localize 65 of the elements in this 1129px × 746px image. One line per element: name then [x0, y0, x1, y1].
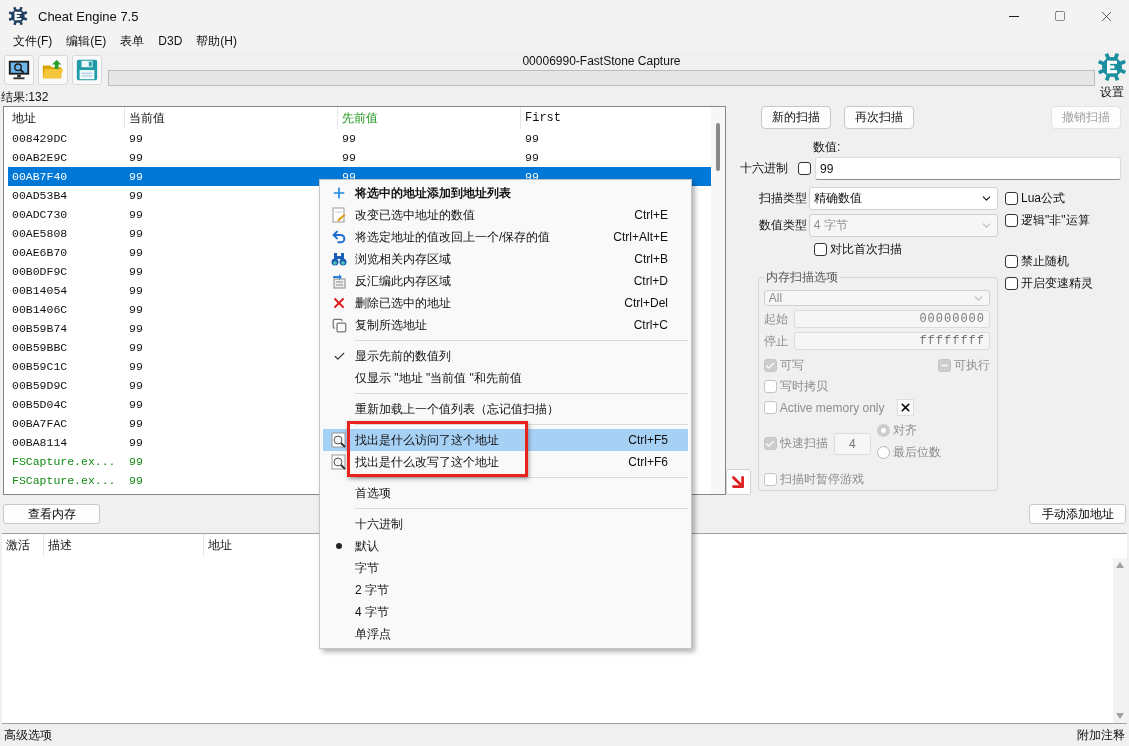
checkbox-label: 可执行: [954, 357, 990, 374]
table-cell-text: 00B59BBC: [11, 341, 69, 354]
table-cell-text: 00B14054: [11, 284, 69, 297]
table-cell-text: 00B59B74: [11, 322, 69, 335]
table-cell-text: 99: [128, 474, 144, 487]
table-cell-text: 99: [128, 284, 144, 297]
table-cell-text: 00AB2E9C: [11, 151, 69, 164]
start-label: 起始: [763, 310, 788, 328]
table-cell-text: 00AE6B70: [11, 246, 69, 259]
table-cell-text: FSCapture.ex...: [11, 474, 117, 487]
table-cell-text: 99: [524, 132, 540, 145]
checkbox-label: 扫描时暂停游戏: [779, 471, 864, 488]
table-cell-text: 99: [128, 417, 144, 430]
table-cell-text: 99: [128, 379, 144, 392]
table-cell-text: 99: [128, 189, 144, 202]
table-cell-text: 00B59D9C: [11, 379, 69, 392]
checkbox-label: 对比首次扫描: [830, 241, 902, 258]
process-name: 00006990-FastStone Capture: [522, 53, 681, 68]
checkbox-label: 禁止随机: [1021, 253, 1069, 270]
table-cell-text: 00B1406C: [11, 303, 69, 316]
stop-label: 停止: [763, 332, 788, 350]
table-cell-text: 99: [128, 170, 144, 183]
table-cell-text: 99: [128, 227, 144, 240]
table-cell-text: 99: [128, 398, 144, 411]
table-cell-text: 99: [524, 151, 540, 164]
checkbox-label: 快速扫描: [779, 435, 828, 452]
table-cell-text: 99: [128, 303, 144, 316]
table-cell-text: 99: [128, 151, 144, 164]
table-cell-text: 99: [128, 208, 144, 221]
table-cell-text: 99: [128, 455, 144, 468]
table-cell-text: 00B5D04C: [11, 398, 69, 411]
table-cell-text: 99: [341, 151, 357, 164]
checkbox-label: 逻辑"非"运算: [1021, 212, 1090, 229]
checkbox-label: 写时拷贝: [779, 378, 828, 395]
value-type-label: 数值类型: [757, 217, 808, 234]
table-cell-text: 99: [128, 341, 144, 354]
radio-label: 对齐: [892, 422, 917, 439]
table-cell-text: 00B0DF9C: [11, 265, 69, 278]
scan-type-label: 扫描类型: [757, 190, 808, 207]
group-title: 内存扫描选项: [764, 269, 839, 286]
table-cell-text: 00ADC730: [11, 208, 69, 221]
table-cell-text: 99: [128, 246, 144, 259]
table-cell-text: 99: [128, 360, 144, 373]
table-cell-text: 00AD53B4: [11, 189, 69, 202]
radio-label: 最后位数: [892, 444, 941, 461]
table-cell-text: FSCapture.ex...: [11, 455, 117, 468]
result-count: 结果:132: [0, 89, 50, 106]
value-label: 数值:: [813, 139, 841, 156]
table-cell-text: 99: [341, 132, 357, 145]
checkbox-label: Lua公式: [1021, 190, 1066, 207]
table-cell-text: 00AE5808: [11, 227, 69, 240]
checkbox-label: 开启变速精灵: [1021, 275, 1093, 292]
table-cell-text: 008429DC: [11, 132, 69, 145]
table-cell-text: 00B59C1C: [11, 360, 69, 373]
table-cell-text: 00BA8114: [11, 436, 69, 449]
table-cell-text: 00AB7F40: [11, 170, 69, 183]
checkbox-label: Active memory only: [779, 400, 885, 415]
table-cell-text: 99: [128, 265, 144, 278]
window-title: Cheat Engine 7.5: [38, 8, 140, 24]
hex-label: 十六进制: [740, 160, 788, 177]
table-cell-text: 99: [128, 132, 144, 145]
table-cell-text: 99: [128, 322, 144, 335]
table-cell-text: 00BA7FAC: [11, 417, 69, 430]
checkbox-label: 可写: [779, 357, 804, 374]
table-cell-text: 99: [128, 436, 144, 449]
